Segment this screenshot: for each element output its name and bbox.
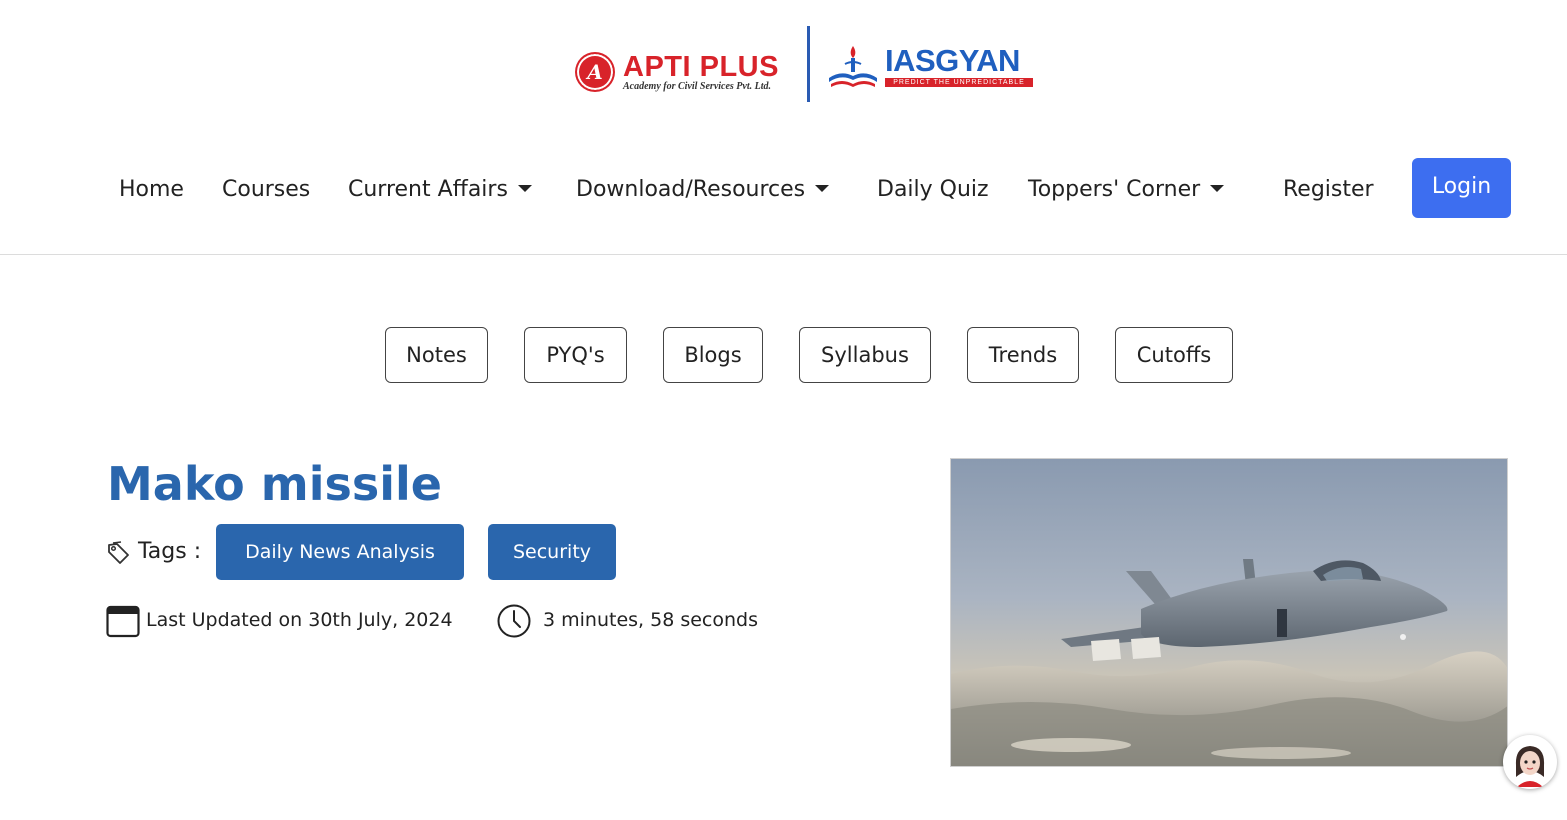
nav-toppers-corner-dropdown[interactable]: Toppers' Corner [1028,170,1225,210]
article-title: Mako missile [107,457,442,511]
chevron-down-icon [517,185,532,192]
assistant-avatar-icon [1505,737,1555,787]
tag-security[interactable]: Security [488,524,616,580]
chat-assistant-avatar[interactable] [1503,735,1557,789]
iasgyan-title: IASGYAN [885,43,1020,78]
chip-notes[interactable]: Notes [385,327,488,383]
chevron-down-icon [1210,185,1225,192]
aptiplus-logo[interactable]: A APTI PLUS Academy for Civil Services P… [575,50,800,100]
login-button[interactable]: Login [1412,158,1511,218]
chip-syllabus[interactable]: Syllabus [799,327,931,383]
iasgyan-tagline: PREDICT THE UNPREDICTABLE [885,78,1033,87]
nav-current-affairs-dropdown[interactable]: Current Affairs [348,170,532,210]
logo-header: A APTI PLUS Academy for Civil Services P… [0,0,1567,130]
nav-courses-label: Courses [222,177,311,202]
nav-home[interactable]: Home [119,170,184,210]
last-updated-date: Last Updated on 30th July, 2024 [146,609,453,631]
article-image [950,458,1508,767]
calendar-icon [106,605,140,638]
aptiplus-title: APTI PLUS [623,51,779,83]
tag-icon [108,541,129,564]
tags-label: Tags : [138,539,202,564]
logo-divider [807,26,810,102]
aptiplus-emblem-icon: A [575,52,615,92]
tag-daily-news-analysis[interactable]: Daily News Analysis [216,524,464,580]
aptiplus-subtitle: Academy for Civil Services Pvt. Ltd. [623,81,772,92]
nav-courses[interactable]: Courses [222,170,310,210]
chevron-down-icon [815,185,830,192]
iasgyan-emblem-icon [829,46,877,87]
iasgyan-logo[interactable]: IASGYAN PREDICT THE UNPREDICTABLE [825,40,1040,100]
chip-cutoffs[interactable]: Cutoffs [1115,327,1233,383]
nav-download-resources-dropdown[interactable]: Download/Resources [576,170,830,210]
read-time: 3 minutes, 58 seconds [543,609,758,631]
nav-register[interactable]: Register [1283,170,1374,210]
chip-trends[interactable]: Trends [967,327,1079,383]
nav-daily-quiz-label: Daily Quiz [877,177,989,202]
nav-toppers-corner-label: Toppers' Corner [1028,177,1201,202]
main-navbar: Home Courses Current Affairs Download/Re… [0,130,1567,255]
aptiplus-emblem-glyph: A [587,60,603,84]
nav-download-resources-label: Download/Resources [576,177,806,202]
nav-register-label: Register [1283,177,1374,202]
chip-blogs[interactable]: Blogs [663,327,763,383]
chip-pyqs[interactable]: PYQ's [524,327,627,383]
nav-daily-quiz[interactable]: Daily Quiz [877,170,989,210]
clock-icon [497,604,531,638]
fighter-jet-image [951,459,1507,766]
nav-home-label: Home [119,177,184,202]
nav-current-affairs-label: Current Affairs [348,177,508,202]
